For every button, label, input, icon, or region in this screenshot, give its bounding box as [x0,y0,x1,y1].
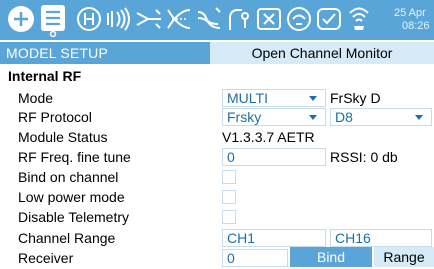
bind-on-channel-checkbox[interactable] [222,170,236,184]
low-power-label: Low power mode [18,189,125,205]
channel-range-label: Channel Range [18,230,116,246]
rf-subprotocol-select[interactable]: D8 [330,108,432,126]
menu-list-icon[interactable] [38,3,68,37]
receiver-label: Receiver [18,250,74,266]
rssi-value: RSSI: 0 db [330,149,398,165]
bind-on-channel-label: Bind on channel [18,169,119,185]
mode-select[interactable]: MULTI [222,89,326,107]
plus-circle-icon[interactable] [6,4,36,34]
range-button[interactable]: Range [374,247,434,267]
rf-protocol-label: RF Protocol [18,109,92,125]
top-toolbar: 25 Apr 08:26 [0,0,434,40]
clock-date: 25 Apr 08:26 [394,7,430,33]
special-function-icon[interactable] [254,4,284,34]
checklist-icon[interactable] [314,4,344,34]
telemetry-gear-icon[interactable] [284,4,314,34]
page-header: MODEL SETUP Open Channel Monitor [0,42,434,64]
time-label: 08:26 [402,20,430,32]
open-channel-monitor-button[interactable]: Open Channel Monitor [210,42,434,64]
logic-switch-icon[interactable] [224,4,254,34]
curves-icon[interactable] [194,4,224,34]
disable-telemetry-checkbox[interactable] [222,210,236,224]
receiver-number-input[interactable]: 0 [222,249,288,267]
helicopter-h-icon[interactable] [74,4,104,34]
mode-label: Mode [18,90,54,106]
low-power-checkbox[interactable] [222,190,236,204]
rf-freq-input[interactable]: 0 [222,148,326,166]
mixer-icon[interactable] [134,4,164,34]
module-status-value: V1.3.3.7 AETR [222,129,315,145]
date-label: 25 Apr [394,7,426,19]
crossed-curves-icon[interactable] [164,4,194,34]
disable-telemetry-label: Disable Telemetry [18,209,130,225]
section-title: Internal RF [8,68,82,84]
mode-subtype[interactable]: FrSky D [330,88,381,108]
channel-range-start[interactable]: CH1 [222,229,326,247]
rf-freq-label: RF Freq. fine tune [18,149,131,165]
module-status-label: Module Status [18,129,108,145]
radio-waves-icon[interactable] [104,4,134,34]
rf-protocol-select[interactable]: Frsky [222,108,326,126]
telemetry-signal-icon[interactable] [344,4,374,34]
page-title: MODEL SETUP [6,45,109,61]
channel-range-end[interactable]: CH16 [330,229,432,247]
bind-button[interactable]: Bind [290,247,372,267]
